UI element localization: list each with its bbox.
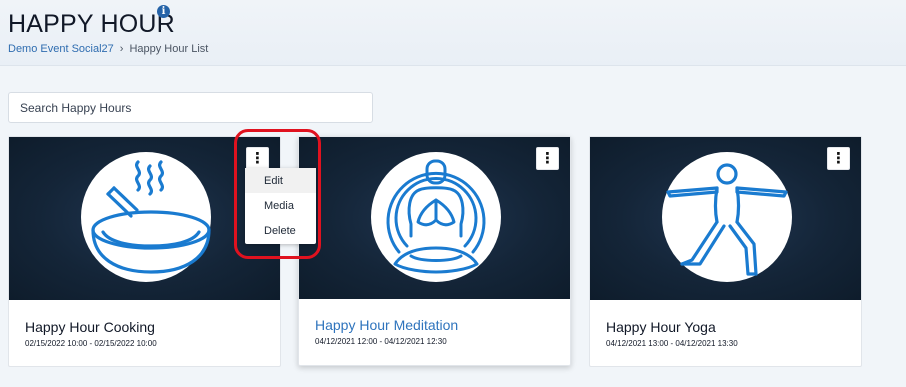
menu-item-delete[interactable]: Delete	[245, 218, 316, 243]
card-dates: 04/12/2021 12:00 - 04/12/2021 12:30	[315, 337, 447, 346]
breadcrumb-event-link[interactable]: Demo Event Social27	[8, 43, 114, 55]
card-image[interactable]: ⋮	[590, 137, 861, 300]
card-title[interactable]: Happy Hour Meditation	[315, 317, 458, 333]
card-context-menu: Edit Media Delete	[245, 168, 316, 244]
page-title: HAPPY HOUR	[8, 10, 175, 38]
card-image[interactable]: ⋮	[299, 137, 570, 299]
happy-hour-card-meditation[interactable]: ⋮ Happy Hour Meditation 04/12/2021 12:00…	[298, 136, 571, 366]
card-dates: 02/15/2022 10:00 - 02/15/2022 10:00	[25, 339, 157, 348]
info-icon[interactable]: i	[157, 5, 170, 18]
search-input[interactable]	[8, 92, 373, 123]
happy-hour-card-cooking[interactable]: ⋮ Happy Hour Cooking 02/15/2022 10:00 - …	[8, 136, 281, 367]
breadcrumb-current: Happy Hour List	[129, 43, 209, 55]
card-title[interactable]: Happy Hour Yoga	[606, 319, 716, 335]
breadcrumb-separator-icon: ›	[119, 43, 124, 55]
meditation-icon	[371, 152, 501, 282]
menu-item-edit[interactable]: Edit	[245, 168, 316, 193]
card-image[interactable]: ⋮	[9, 137, 280, 300]
page-header: HAPPY HOUR i Demo Event Social27 › Happy H…	[0, 0, 906, 66]
card-menu-button[interactable]: ⋮	[536, 147, 559, 170]
card-menu-button[interactable]: ⋮	[827, 147, 850, 170]
breadcrumb: Demo Event Social27 › Happy Hour List	[8, 43, 208, 55]
card-menu-button[interactable]: ⋮	[246, 147, 269, 170]
menu-item-media[interactable]: Media	[245, 193, 316, 218]
yoga-pose-icon	[662, 152, 792, 282]
card-dates: 04/12/2021 13:00 - 04/12/2021 13:30	[606, 339, 738, 348]
happy-hour-card-yoga[interactable]: ⋮ Happy Hour Yoga 04/12/2021 13:00 - 04/…	[589, 136, 862, 367]
card-title[interactable]: Happy Hour Cooking	[25, 319, 155, 335]
frying-pan-icon	[81, 152, 211, 282]
